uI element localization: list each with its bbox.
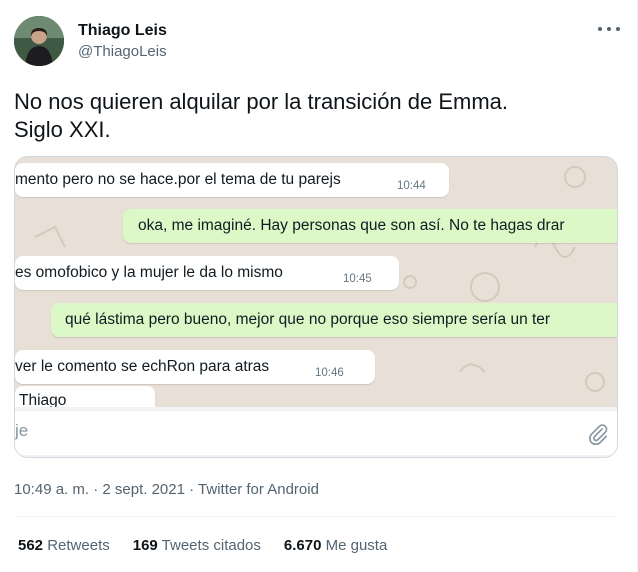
tweet-source[interactable]: Twitter for Android <box>198 481 319 498</box>
tweet-card: Thiago Leis @ThiagoLeis No nos quieren a… <box>0 0 638 572</box>
chat-input-field[interactable]: je <box>15 411 617 455</box>
tweet-date[interactable]: 2 sept. 2021 <box>102 481 185 498</box>
divider <box>14 516 618 517</box>
message-time: 10:45 <box>343 273 372 285</box>
avatar[interactable] <box>14 16 64 66</box>
retweets-count: 562 <box>18 537 44 554</box>
tweet-media-screenshot[interactable]: mento pero no se hace.por el tema de tu … <box>14 156 618 458</box>
message-text: qué lástima pero bueno, mejor que no por… <box>65 311 551 328</box>
tweet-stats: 562 Retweets 169 Tweets citados 6.670 Me… <box>18 537 410 554</box>
chat-message-incoming: ver le comento se echRon para atras 10:4… <box>15 350 375 384</box>
message-text: ver le comento se echRon para atras <box>15 358 270 375</box>
quotes-label: Tweets citados <box>161 537 261 554</box>
quotes-count: 169 <box>132 537 158 554</box>
retweets-label: Retweets <box>47 537 110 554</box>
meta-separator: · <box>184 481 199 498</box>
message-time: 10:46 <box>315 367 344 379</box>
meta-separator: · <box>89 481 103 498</box>
chat-message-outgoing: qué lástima pero bueno, mejor que no por… <box>51 303 617 337</box>
message-text: oka, me imaginé. Hay personas que son as… <box>138 217 565 234</box>
tweet-text: No nos quieren alquilar por la transició… <box>14 89 509 142</box>
dot <box>598 27 602 31</box>
chat-input-text: je <box>15 421 29 440</box>
avatar-photo-icon <box>14 16 64 66</box>
chat-message-incoming: mento pero no se hace.por el tema de tu … <box>15 163 449 197</box>
dot <box>607 27 611 31</box>
likes-stat[interactable]: 6.670 Me gusta <box>284 537 387 554</box>
chat-message-incoming: es omofobico y la mujer le da lo mismo 1… <box>15 256 399 290</box>
author-handle[interactable]: @ThiagoLeis <box>78 43 167 60</box>
message-time: 10:44 <box>397 180 426 192</box>
message-text: es omofobico y la mujer le da lo mismo <box>15 264 283 281</box>
more-options-icon[interactable] <box>598 20 620 38</box>
likes-count: 6.670 <box>283 537 322 554</box>
likes-label: Me gusta <box>325 537 388 554</box>
chat-wallpaper: mento pero no se hace.por el tema de tu … <box>15 157 617 408</box>
tweet-time[interactable]: 10:49 a. m. <box>14 481 89 498</box>
retweets-stat[interactable]: 562 Retweets <box>18 537 110 554</box>
tweet-timestamp: 10:49 a. m. · 2 sept. 2021 · Twitter for… <box>14 481 319 498</box>
chat-input-bar: je <box>15 407 617 457</box>
tweet-header: Thiago Leis @ThiagoLeis <box>14 14 624 70</box>
chat-message-incoming-partial: ​ Thiago <box>15 386 155 408</box>
author-name[interactable]: Thiago Leis <box>78 22 167 40</box>
chat-message-outgoing: oka, me imaginé. Hay personas que son as… <box>123 209 617 243</box>
message-text: mento pero no se hace.por el tema de tu … <box>15 171 341 188</box>
paperclip-icon[interactable] <box>587 423 609 445</box>
dot <box>616 27 620 31</box>
message-text: ​ Thiago <box>15 392 67 408</box>
quote-tweets-stat[interactable]: 169 Tweets citados <box>133 537 261 554</box>
